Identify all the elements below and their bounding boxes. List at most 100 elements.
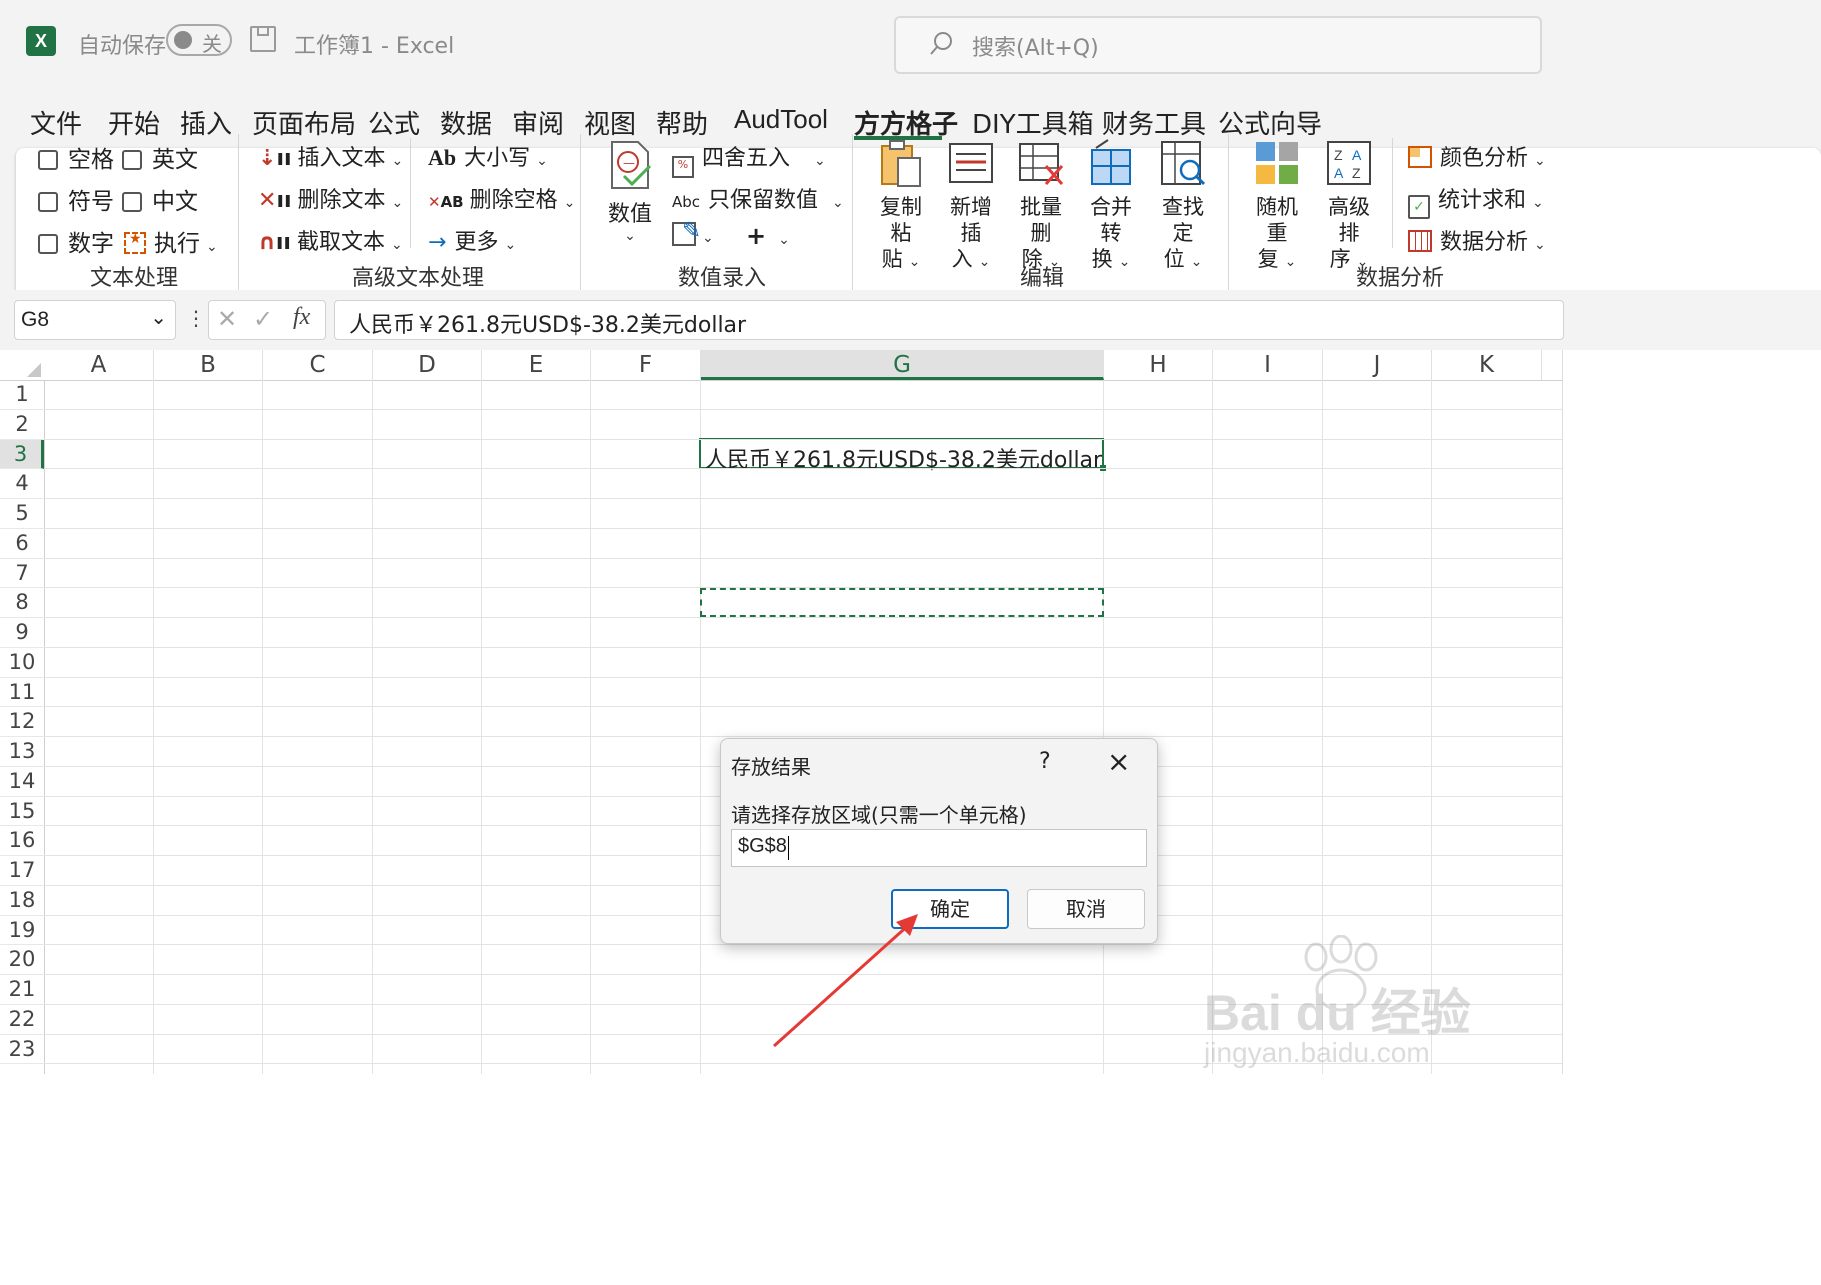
close-icon[interactable]: ×	[1107, 745, 1130, 778]
select-all-corner[interactable]	[0, 350, 45, 380]
checkbox-chinese[interactable]: 中文	[122, 182, 198, 216]
range-input[interactable]: $G$8	[731, 829, 1147, 867]
row-header-12[interactable]: 12	[0, 707, 44, 737]
row-header-11[interactable]: 11	[0, 678, 44, 708]
tab-data[interactable]: 数据	[440, 104, 492, 141]
row-header-10[interactable]: 10	[0, 648, 44, 678]
more-options-icon[interactable]: ⋮	[186, 306, 206, 330]
tab-page-layout[interactable]: 页面布局	[252, 104, 356, 141]
case-button[interactable]: Ab 大小写 ⌄	[428, 140, 548, 172]
row-header-19[interactable]: 19	[0, 916, 44, 946]
cell-g8-marquee[interactable]	[700, 588, 1104, 617]
tab-insert[interactable]: 插入	[180, 104, 232, 141]
tab-audtool[interactable]: AudTool	[734, 104, 828, 135]
row-header-9[interactable]: 9	[0, 618, 44, 648]
checkbox-space[interactable]: 空格	[38, 140, 114, 174]
column-header-d[interactable]: D	[373, 350, 482, 380]
random-repeat-button[interactable]: 随机重复 ⌄	[1246, 138, 1308, 275]
fx-icon[interactable]: fx	[293, 304, 310, 331]
formula-controls: ✕ ✓ fx	[208, 300, 326, 340]
group-label-text: 文本处理	[90, 266, 179, 291]
merge-convert-button[interactable]: 合并转换 ⌄	[1080, 138, 1142, 275]
extract-text-button[interactable]: ∩ıı 截取文本 ⌄	[258, 224, 403, 256]
insert-text-button[interactable]: ⇣ıı 插入文本 ⌄	[258, 140, 403, 172]
column-header-a[interactable]: A	[44, 350, 154, 380]
row-header-16[interactable]: 16	[0, 826, 44, 856]
group-separator	[1392, 138, 1393, 248]
formula-input[interactable]: 人民币￥261.8元USD$-38.2美元dollar	[334, 300, 1564, 340]
row-header-15[interactable]: 15	[0, 797, 44, 827]
checkbox-english[interactable]: 英文	[122, 140, 198, 174]
column-header-i[interactable]: I	[1213, 350, 1323, 380]
cancel-button[interactable]: 取消	[1027, 889, 1145, 929]
column-header-k[interactable]: K	[1432, 350, 1542, 380]
data-analysis-button[interactable]: 数据分析 ⌄	[1408, 224, 1546, 256]
tab-diy-toolbox[interactable]: DIY工具箱	[972, 104, 1094, 141]
batch-delete-button[interactable]: 批量删除 ⌄	[1010, 138, 1072, 275]
autosave-toggle[interactable]: 关	[166, 24, 232, 56]
name-box[interactable]: G8 ⌄	[14, 300, 176, 340]
help-button[interactable]: ?	[1039, 749, 1051, 774]
row-header-14[interactable]: 14	[0, 767, 44, 797]
save-icon[interactable]	[250, 26, 276, 52]
row-header-17[interactable]: 17	[0, 856, 44, 886]
more-button[interactable]: → 更多 ⌄	[428, 224, 516, 256]
row-header-4[interactable]: 4	[0, 469, 44, 499]
confirm-entry-icon[interactable]: ✓	[253, 305, 273, 333]
cell-g3[interactable]: 人民币￥261.8元USD$-38.2美元dollar	[699, 438, 1106, 473]
checkbox-icon	[38, 234, 58, 254]
row-header-7[interactable]: 7	[0, 559, 44, 589]
column-header-g[interactable]: G	[701, 350, 1104, 380]
find-locate-button[interactable]: 查找定位 ⌄	[1152, 138, 1214, 275]
row-header-3[interactable]: 3	[0, 439, 44, 470]
column-header-b[interactable]: B	[154, 350, 263, 380]
row-header-23[interactable]: 23	[0, 1035, 44, 1065]
column-header-e[interactable]: E	[482, 350, 591, 380]
column-header-f[interactable]: F	[591, 350, 701, 380]
row-header-2[interactable]: 2	[0, 410, 44, 440]
add-button[interactable]: + ⌄	[746, 222, 790, 250]
column-header-j[interactable]: J	[1323, 350, 1432, 380]
checkbox-symbol[interactable]: 符号	[38, 182, 114, 216]
tab-file[interactable]: 文件	[30, 104, 82, 141]
advanced-sort-button[interactable]: ZAAZ 高级排序 ⌄	[1318, 138, 1380, 275]
copy-paste-button[interactable]: 复制粘贴 ⌄	[870, 138, 932, 275]
group-label-edit: 编辑	[1020, 266, 1065, 291]
tab-home[interactable]: 开始	[108, 104, 160, 141]
tab-formulas[interactable]: 公式	[368, 104, 420, 141]
column-header-c[interactable]: C	[263, 350, 373, 380]
row-header-5[interactable]: 5	[0, 499, 44, 529]
keep-value-button[interactable]: Abc 只保留数值 ⌄	[672, 182, 844, 214]
round-button[interactable]: % 四舍五入 ⌄	[672, 140, 826, 178]
tab-finance-tools[interactable]: 财务工具	[1102, 104, 1206, 141]
row-header-21[interactable]: 21	[0, 975, 44, 1005]
row-header-18[interactable]: 18	[0, 886, 44, 916]
tab-formula-wizard[interactable]: 公式向导	[1218, 104, 1322, 141]
search-box[interactable]: 搜索(Alt+Q)	[894, 16, 1542, 74]
edit-form-button[interactable]: ✎ ⌄	[672, 218, 714, 248]
column-header-h[interactable]: H	[1104, 350, 1213, 380]
row-header-8[interactable]: 8	[0, 588, 44, 618]
cancel-entry-icon[interactable]: ✕	[217, 305, 237, 333]
checkbox-number[interactable]: 数字	[38, 224, 114, 258]
number-document-icon: —	[611, 141, 652, 189]
stat-sum-button[interactable]: ✓ 统计求和 ⌄	[1408, 182, 1544, 219]
color-analysis-button[interactable]: 颜色分析 ⌄	[1408, 140, 1546, 172]
svg-text:A: A	[1334, 165, 1344, 181]
delete-text-button[interactable]: ✕ıı 删除文本 ⌄	[258, 182, 403, 214]
tab-view[interactable]: 视图	[584, 104, 636, 141]
excel-logo-icon[interactable]: X	[26, 26, 56, 56]
insert-new-button[interactable]: 新增插入 ⌄	[940, 138, 1002, 275]
row-header-22[interactable]: 22	[0, 1005, 44, 1035]
insert-text-icon: ⇣ıı	[258, 146, 292, 171]
row-header-1[interactable]: 1	[0, 380, 44, 410]
delete-space-button[interactable]: ✕AB 删除空格 ⌄	[428, 182, 575, 214]
number-button[interactable]: — 数值 ⌄	[606, 140, 654, 250]
row-header-20[interactable]: 20	[0, 945, 44, 975]
tab-review[interactable]: 审阅	[512, 104, 564, 141]
row-header-6[interactable]: 6	[0, 529, 44, 559]
tab-help[interactable]: 帮助	[656, 104, 708, 141]
row-gridline	[44, 617, 1562, 618]
row-header-13[interactable]: 13	[0, 737, 44, 767]
execute-button[interactable]: ★ 执行 ⌄	[124, 224, 218, 258]
